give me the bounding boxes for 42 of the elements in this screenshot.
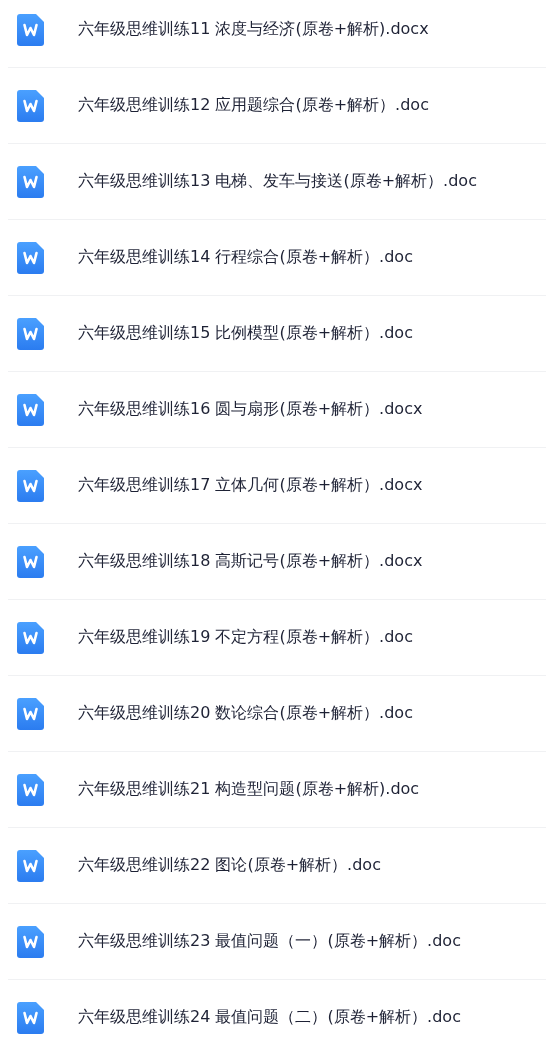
word-document-icon (17, 545, 44, 578)
word-document-icon (17, 773, 44, 806)
file-name: 六年级思维训练21 构造型问题(原卷+解析).doc (78, 779, 420, 800)
file-name: 六年级思维训练16 圆与扇形(原卷+解析）.docx (78, 399, 423, 420)
file-name: 六年级思维训练22 图论(原卷+解析）.doc (78, 855, 381, 876)
word-document-icon (17, 317, 44, 350)
file-item[interactable]: 六年级思维训练22 图论(原卷+解析）.doc (8, 828, 546, 904)
word-document-icon (17, 1001, 44, 1034)
word-document-icon (17, 165, 44, 198)
file-item[interactable]: 六年级思维训练23 最值问题（一）(原卷+解析）.doc (8, 904, 546, 980)
file-item[interactable]: 六年级思维训练17 立体几何(原卷+解析）.docx (8, 448, 546, 524)
file-item[interactable]: 六年级思维训练14 行程综合(原卷+解析）.doc (8, 220, 546, 296)
file-item[interactable]: 六年级思维训练18 高斯记号(原卷+解析）.docx (8, 524, 546, 600)
file-item[interactable]: 六年级思维训练16 圆与扇形(原卷+解析）.docx (8, 372, 546, 448)
file-item[interactable]: 六年级思维训练15 比例模型(原卷+解析）.doc (8, 296, 546, 372)
word-document-icon (17, 621, 44, 654)
file-name: 六年级思维训练24 最值问题（二）(原卷+解析）.doc (78, 1007, 461, 1028)
file-item[interactable]: 六年级思维训练12 应用题综合(原卷+解析）.doc (8, 68, 546, 144)
file-name: 六年级思维训练23 最值问题（一）(原卷+解析）.doc (78, 931, 461, 952)
file-name: 六年级思维训练15 比例模型(原卷+解析）.doc (78, 323, 413, 344)
word-document-icon (17, 241, 44, 274)
word-document-icon (17, 393, 44, 426)
word-document-icon (17, 925, 44, 958)
file-item[interactable]: 六年级思维训练24 最值问题（二）(原卷+解析）.doc (8, 980, 546, 1047)
file-name: 六年级思维训练19 不定方程(原卷+解析）.doc (78, 627, 413, 648)
file-name: 六年级思维训练12 应用题综合(原卷+解析）.doc (78, 95, 429, 116)
file-name: 六年级思维训练14 行程综合(原卷+解析）.doc (78, 247, 413, 268)
word-document-icon (17, 849, 44, 882)
file-name: 六年级思维训练13 电梯、发车与接送(原卷+解析）.doc (78, 171, 477, 192)
file-name: 六年级思维训练20 数论综合(原卷+解析）.doc (78, 703, 413, 724)
file-item[interactable]: 六年级思维训练19 不定方程(原卷+解析）.doc (8, 600, 546, 676)
word-document-icon (17, 89, 44, 122)
file-name: 六年级思维训练11 浓度与经济(原卷+解析).docx (78, 19, 429, 40)
word-document-icon (17, 469, 44, 502)
file-item[interactable]: 六年级思维训练21 构造型问题(原卷+解析).doc (8, 752, 546, 828)
file-name: 六年级思维训练17 立体几何(原卷+解析）.docx (78, 475, 423, 496)
word-document-icon (17, 13, 44, 46)
file-name: 六年级思维训练18 高斯记号(原卷+解析）.docx (78, 551, 423, 572)
file-item[interactable]: 六年级思维训练20 数论综合(原卷+解析）.doc (8, 676, 546, 752)
file-item[interactable]: 六年级思维训练13 电梯、发车与接送(原卷+解析）.doc (8, 144, 546, 220)
file-item[interactable]: 六年级思维训练11 浓度与经济(原卷+解析).docx (8, 0, 546, 68)
word-document-icon (17, 697, 44, 730)
